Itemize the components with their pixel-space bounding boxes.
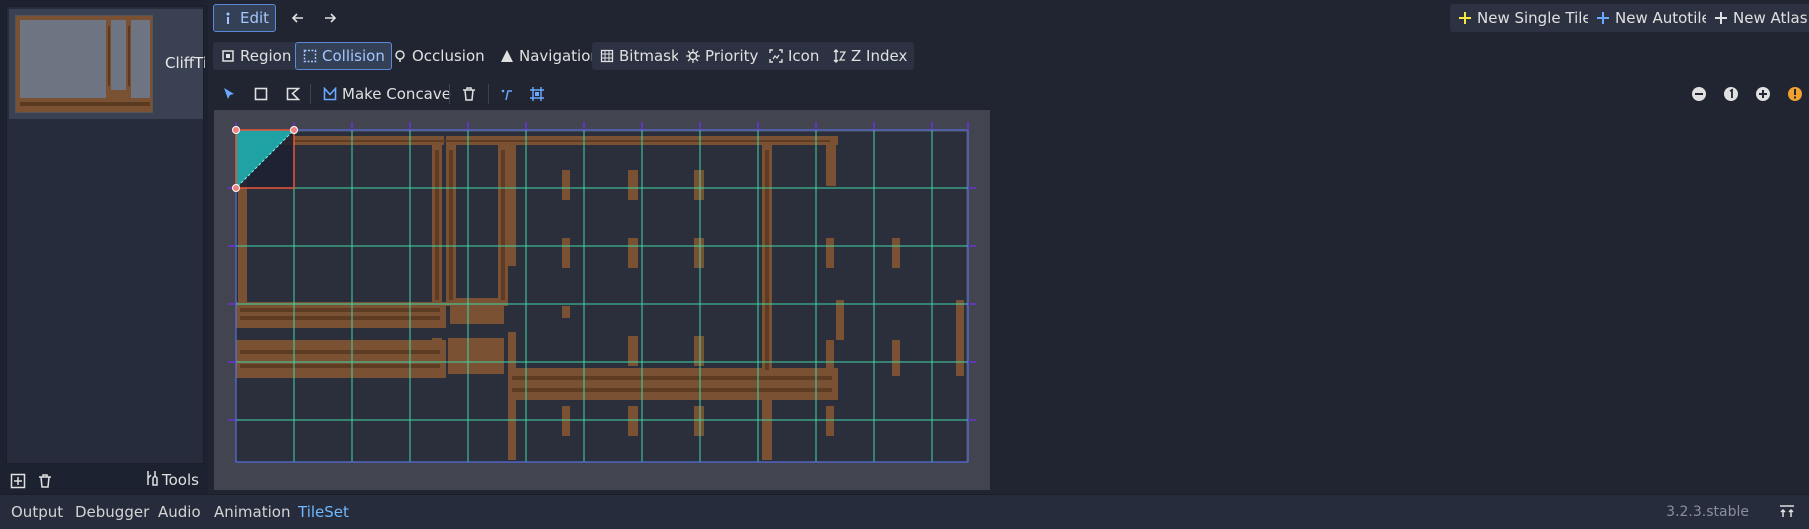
polygon-vertex-handle[interactable] xyxy=(232,184,240,192)
tileset-viewport[interactable] xyxy=(214,110,990,490)
expand-panel-icon[interactable] xyxy=(1779,505,1795,523)
toolbar-separator xyxy=(449,84,450,104)
make-concave-button[interactable]: Make Concave xyxy=(315,80,458,108)
polygon-vertex-handle[interactable] xyxy=(290,126,298,134)
bitmask-icon xyxy=(599,48,615,64)
region-icon xyxy=(220,48,236,64)
prev-tile-button[interactable] xyxy=(284,4,312,32)
tab-audio[interactable]: Audio xyxy=(158,503,201,521)
polygon-icon xyxy=(286,87,300,101)
tab-bitmask[interactable]: Bitmask xyxy=(592,42,687,70)
tab-label: Bitmask xyxy=(619,47,680,65)
tab-label: Navigation xyxy=(519,47,600,65)
tile-list-item[interactable]: CliffTiles xyxy=(9,9,205,119)
edit-button[interactable]: Edit xyxy=(213,4,277,32)
priority-icon xyxy=(685,48,701,64)
tileset-canvas[interactable] xyxy=(214,110,990,490)
tab-label: Icon xyxy=(788,47,820,65)
snap-icon xyxy=(500,87,514,101)
tile-thumbnail xyxy=(15,15,153,113)
warning-button[interactable] xyxy=(1780,80,1809,108)
tile-list[interactable]: CliffTiles xyxy=(6,6,205,464)
new-atlas-label: New Atlas xyxy=(1733,9,1808,27)
polygon-tool-button[interactable] xyxy=(279,80,307,108)
tab-occlusion[interactable]: Occlusion xyxy=(385,42,492,70)
cursor-icon xyxy=(222,87,236,101)
z-index-icon xyxy=(831,48,847,64)
zoom-in-icon xyxy=(1755,86,1771,102)
concave-icon xyxy=(322,86,338,102)
polygon-vertex-handle[interactable] xyxy=(232,126,240,134)
toolbar-separator xyxy=(310,84,311,104)
plus-icon xyxy=(1713,10,1729,26)
trash-icon xyxy=(462,87,476,101)
new-atlas-button[interactable]: New Atlas xyxy=(1706,4,1809,32)
new-autotile-button[interactable]: New Autotile xyxy=(1588,4,1718,32)
tile-list-toolbar: Tools xyxy=(0,468,208,494)
next-tile-button[interactable] xyxy=(316,4,344,32)
rectangle-icon xyxy=(254,87,268,101)
tab-navigation[interactable]: Navigation xyxy=(492,42,607,70)
tileset-texture xyxy=(236,132,966,462)
zoom-in-button[interactable] xyxy=(1748,80,1778,108)
warning-icon xyxy=(1787,86,1803,102)
plus-icon xyxy=(1595,10,1611,26)
tile-list-panel: CliffTiles Tools xyxy=(0,0,208,494)
new-single-tile-button[interactable]: New Single Tile xyxy=(1450,4,1599,32)
tab-label: Occlusion xyxy=(412,47,485,65)
new-single-tile-label: New Single Tile xyxy=(1477,9,1592,27)
bottom-panel-bar: Output Debugger Audio Animation TileSet … xyxy=(0,494,1809,529)
arrow-right-icon xyxy=(323,11,337,25)
tools-label: Tools xyxy=(162,471,199,489)
tab-animation[interactable]: Animation xyxy=(214,503,290,521)
trash-icon[interactable] xyxy=(37,473,53,493)
make-concave-label: Make Concave xyxy=(342,85,451,103)
version-label: 3.2.3.stable xyxy=(1666,504,1749,520)
tile-name-label: CliffTiles xyxy=(165,54,205,72)
tools-menu-button[interactable]: Tools xyxy=(145,470,199,490)
selected-tile[interactable] xyxy=(232,126,298,192)
occlusion-icon xyxy=(392,48,408,64)
tab-priority[interactable]: Priority xyxy=(678,42,766,70)
tab-z-index[interactable]: Z Index xyxy=(824,42,915,70)
grid-snap-icon xyxy=(529,86,545,102)
icon-icon xyxy=(768,48,784,64)
navigation-icon xyxy=(499,48,515,64)
zoom-reset-icon xyxy=(1723,86,1739,102)
tab-icon[interactable]: Icon xyxy=(761,42,827,70)
tab-output[interactable]: Output xyxy=(11,503,63,521)
tab-tileset[interactable]: TileSet xyxy=(298,503,349,521)
tab-label: Collision xyxy=(322,47,385,65)
select-tool-button[interactable] xyxy=(215,80,243,108)
add-texture-icon[interactable] xyxy=(10,473,26,493)
zoom-out-button[interactable] xyxy=(1684,80,1714,108)
zoom-out-icon xyxy=(1691,86,1707,102)
tab-label: Z Index xyxy=(851,47,908,65)
tab-debugger[interactable]: Debugger xyxy=(75,503,149,521)
grid-snap-button[interactable] xyxy=(522,80,552,108)
snap-toggle-button[interactable] xyxy=(493,80,521,108)
tab-label: Priority xyxy=(705,47,759,65)
tab-label: Region xyxy=(240,47,292,65)
arrow-left-icon xyxy=(291,11,305,25)
rectangle-tool-button[interactable] xyxy=(247,80,275,108)
collision-icon xyxy=(302,48,318,64)
zoom-reset-button[interactable] xyxy=(1716,80,1746,108)
info-icon xyxy=(220,10,236,26)
plus-icon xyxy=(1457,10,1473,26)
tools-icon xyxy=(145,470,159,490)
delete-shape-button[interactable] xyxy=(455,80,483,108)
tab-region[interactable]: Region xyxy=(213,42,299,70)
toolbar-separator xyxy=(488,84,489,104)
new-autotile-label: New Autotile xyxy=(1615,9,1711,27)
edit-label: Edit xyxy=(240,9,270,27)
tab-collision[interactable]: Collision xyxy=(295,42,392,70)
